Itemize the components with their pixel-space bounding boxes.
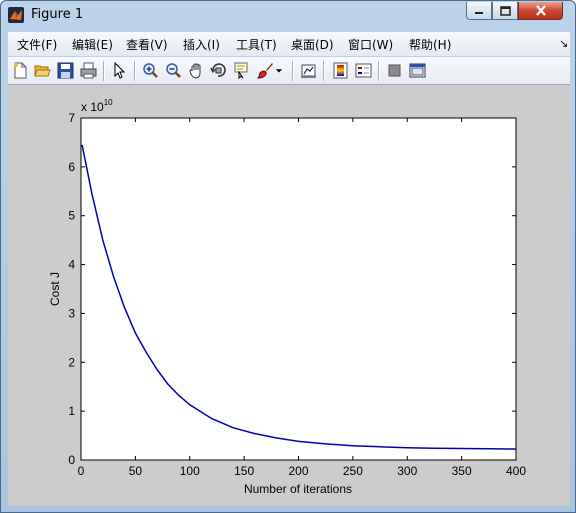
hide-plot-tools-button[interactable] (384, 60, 404, 80)
toolbar (8, 57, 570, 85)
close-icon (535, 5, 546, 16)
matlab-icon (8, 7, 24, 23)
rotate-3d-icon (209, 62, 226, 77)
toolbar-separator (134, 61, 136, 81)
x-axis-label: Number of iterations (244, 482, 352, 496)
hide-plot-tools-icon (388, 64, 400, 76)
toolbar-separator (323, 61, 325, 81)
open-file-button[interactable] (32, 60, 52, 80)
print-icon (80, 62, 96, 78)
zoom-out-button[interactable] (163, 60, 183, 80)
menu-insert[interactable]: 插入(I) (183, 36, 220, 53)
zoom-out-icon (165, 62, 181, 78)
toolbar-separator (103, 61, 105, 81)
colorbar-button[interactable] (330, 60, 350, 80)
menu-edit[interactable]: 编辑(E) (72, 36, 113, 53)
brush-dropdown-button[interactable] (274, 60, 284, 80)
figure-window: Figure 1 文件(F) 编辑(E) 查看(V) 插入(I) 工具(T) 桌… (0, 0, 576, 513)
x-tick-label: 200 (288, 464, 308, 478)
brush-dropdown-icon (275, 68, 283, 72)
y-tick-label: 1 (68, 404, 75, 418)
close-button[interactable] (518, 2, 563, 20)
legend-button[interactable] (353, 60, 373, 80)
y-tick-label: 2 (68, 355, 75, 369)
new-figure-icon (13, 62, 26, 78)
link-plot-button[interactable] (298, 60, 318, 80)
zoom-in-icon (142, 62, 158, 78)
title-bar[interactable]: Figure 1 (1, 1, 575, 29)
x-tick-label: 300 (397, 464, 417, 478)
x-tick-label: 350 (452, 464, 472, 478)
save-icon (57, 62, 73, 78)
x-tick-label: 50 (129, 464, 143, 478)
show-plot-tools-icon (409, 63, 425, 77)
data-cursor-icon (234, 62, 247, 79)
y-tick-label: 0 (68, 453, 75, 467)
legend-icon (355, 63, 371, 77)
select-arrow-button[interactable] (109, 60, 129, 80)
menu-file[interactable]: 文件(F) (17, 36, 57, 53)
x-tick-label: 400 (506, 464, 526, 478)
y-axis-label: Cost J (48, 272, 62, 306)
toolbar-separator (378, 61, 380, 81)
open-file-icon (33, 65, 51, 76)
y-tick-label: 5 (68, 209, 75, 223)
menu-window[interactable]: 窗口(W) (348, 36, 393, 53)
figure-canvas: 0 50 100 150 200 250 300 350 400 0 1 2 3 4 5 6 7 x 1010… (8, 85, 570, 506)
link-plot-icon (300, 64, 316, 78)
y-exponent-label: x 1010 (81, 98, 113, 114)
brush-icon (256, 62, 273, 79)
print-button[interactable] (78, 60, 98, 80)
y-tick-label: 4 (68, 258, 75, 272)
x-tick-label: 150 (234, 464, 254, 478)
x-tick-labels: 0 50 100 150 200 250 300 350 400 (78, 464, 527, 478)
x-tick-label: 0 (78, 464, 85, 478)
select-arrow-icon (114, 61, 125, 79)
zoom-in-button[interactable] (140, 60, 160, 80)
minimize-button[interactable] (466, 2, 492, 20)
x-tick-label: 250 (343, 464, 363, 478)
toolbar-separator (292, 61, 294, 81)
brush-button[interactable] (255, 60, 275, 80)
window-title: Figure 1 (31, 7, 84, 22)
menu-view[interactable]: 查看(V) (126, 36, 168, 53)
axes[interactable] (80, 117, 517, 461)
menu-tools[interactable]: 工具(T) (236, 36, 277, 53)
menu-help[interactable]: 帮助(H) (409, 36, 451, 53)
menu-desktop[interactable]: 桌面(D) (291, 36, 334, 53)
y-tick-label: 7 (68, 111, 75, 125)
new-figure-button[interactable] (10, 60, 30, 80)
data-cursor-button[interactable] (231, 60, 251, 80)
x-tick-label: 100 (180, 464, 200, 478)
maximize-button[interactable] (492, 2, 518, 20)
maximize-icon (499, 5, 511, 16)
show-plot-tools-button[interactable] (407, 60, 427, 80)
save-button[interactable] (55, 60, 75, 80)
minimize-icon (475, 11, 483, 14)
menu-bar: 文件(F) 编辑(E) 查看(V) 插入(I) 工具(T) 桌面(D) 窗口(W… (8, 32, 570, 56)
plot-area: 0 50 100 150 200 250 300 350 400 0 1 2 3 4 5 6 7 x 1010… (48, 98, 527, 496)
colorbar-icon (333, 62, 347, 78)
y-tick-label: 3 (68, 306, 75, 320)
rotate-3d-button[interactable] (208, 60, 228, 80)
y-tick-labels: 0 1 2 3 4 5 6 7 (68, 111, 75, 467)
menubar-overflow-icon[interactable]: ↘ (559, 37, 568, 50)
y-tick-label: 6 (68, 160, 75, 174)
pan-hand-icon (188, 63, 200, 79)
pan-button[interactable] (186, 60, 206, 80)
